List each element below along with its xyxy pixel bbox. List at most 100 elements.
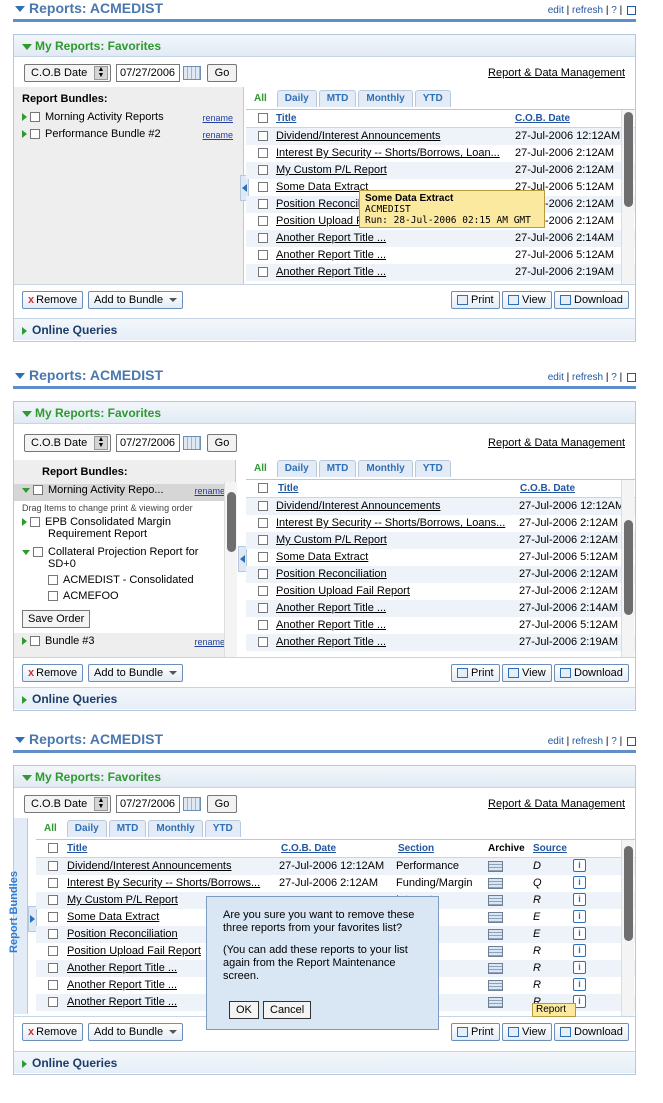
info-icon[interactable]: i [573,944,586,957]
col-title[interactable]: Title [67,843,87,854]
report-title-link[interactable]: Interest By Security -- Shorts/Borrows, … [276,147,511,159]
download-button[interactable]: Download [554,1023,629,1041]
scroll-thumb[interactable] [624,846,633,941]
select-all-checkbox[interactable] [258,113,268,123]
grid-scrollbar[interactable] [621,840,634,1016]
archive-icon[interactable] [488,861,503,872]
bundle-sub-item[interactable]: ACMEDIST - Consolidated [14,574,235,590]
tab-daily[interactable]: Daily [66,820,107,837]
row-checkbox[interactable] [258,535,268,545]
checkbox[interactable] [33,547,43,558]
maximize-icon[interactable] [627,5,636,15]
tab-all[interactable]: All [246,460,275,477]
info-icon[interactable]: i [573,978,586,991]
row-checkbox[interactable] [258,552,268,562]
view-button[interactable]: View [502,291,552,309]
info-icon[interactable]: i [573,927,586,940]
report-title-link[interactable]: Position Reconciliation [276,568,516,580]
tab-monthly[interactable]: Monthly [148,820,203,837]
table-row[interactable]: Another Report Title ... 27-Jul-2006 2:14… [246,600,635,617]
online-queries-header[interactable]: Online Queries [14,318,635,340]
col-title[interactable]: Title [276,113,296,124]
table-row[interactable]: Dividend/Interest Announcements 27-Jul-20… [246,498,635,515]
collapse-icon[interactable] [22,487,30,493]
portlet-title[interactable]: Reports: ACMEDIST [15,367,163,383]
bundle-item[interactable]: Morning Activity Reports rename [14,111,243,128]
row-checkbox[interactable] [258,586,268,596]
tab-mtd[interactable]: MTD [318,460,357,477]
row-checkbox[interactable] [48,878,58,888]
calendar-icon[interactable] [183,797,201,811]
report-title-link[interactable]: Dividend/Interest Announcements [276,130,511,142]
row-checkbox[interactable] [48,946,58,956]
select-all-checkbox[interactable] [258,483,268,493]
col-title[interactable]: Title [278,483,298,494]
archive-icon[interactable] [488,980,503,991]
tab-monthly[interactable]: Monthly [358,460,413,477]
refresh-link[interactable]: refresh [572,736,603,747]
remove-button[interactable]: x Remove [22,1023,84,1041]
archive-icon[interactable] [488,946,503,957]
archive-icon[interactable] [488,878,503,889]
favorites-header[interactable]: My Reports: Favorites [14,766,635,788]
help-link[interactable]: ? [611,372,617,383]
row-checkbox[interactable] [258,267,268,277]
report-data-management-link[interactable]: Report & Data Management [488,67,625,79]
row-checkbox[interactable] [48,912,58,922]
add-to-bundle-button[interactable]: Add to Bundle [88,291,184,309]
add-to-bundle-button[interactable]: Add to Bundle [88,1023,184,1041]
scroll-thumb[interactable] [227,492,236,552]
edit-link[interactable]: edit [548,736,564,747]
row-checkbox[interactable] [48,980,58,990]
info-icon[interactable]: i [573,859,586,872]
scroll-thumb[interactable] [624,520,633,615]
row-checkbox[interactable] [258,182,268,192]
row-checkbox[interactable] [258,165,268,175]
archive-icon[interactable] [488,912,503,923]
report-data-management-link[interactable]: Report & Data Management [488,437,625,449]
report-data-management-link[interactable]: Report & Data Management [488,798,625,810]
checkbox[interactable] [33,485,43,496]
table-row[interactable]: My Custom P/L Report 27-Jul-2006 2:12AM [246,162,635,179]
info-icon[interactable]: i [573,961,586,974]
rename-link[interactable]: rename [194,486,225,496]
edit-link[interactable]: edit [548,5,564,16]
collapse-icon[interactable] [22,549,30,555]
tab-ytd[interactable]: YTD [204,820,241,837]
table-row[interactable]: Interest By Security -- Shorts/Borrows..… [36,875,635,892]
expand-icon[interactable] [22,113,27,122]
info-icon[interactable]: i [573,876,586,889]
expand-icon[interactable] [22,637,27,646]
help-link[interactable]: ? [611,736,617,747]
tab-mtd[interactable]: MTD [108,820,147,837]
row-checkbox[interactable] [258,603,268,613]
edit-link[interactable]: edit [548,372,564,383]
favorites-header[interactable]: My Reports: Favorites [14,402,635,424]
info-icon[interactable]: i [573,893,586,906]
col-cob-date[interactable]: C.O.B. Date [520,483,575,494]
col-source[interactable]: Source [533,843,567,854]
checkbox[interactable] [30,129,40,140]
tab-all[interactable]: All [36,820,65,837]
view-button[interactable]: View [502,664,552,682]
row-checkbox[interactable] [258,148,268,158]
bundle-item[interactable]: Performance Bundle #2 rename [14,128,243,145]
report-title-link[interactable]: My Custom P/L Report [276,534,516,546]
help-link[interactable]: ? [611,5,617,16]
report-title-link[interactable]: Another Report Title ... [276,232,511,244]
report-title-link[interactable]: Another Report Title ... [276,249,511,261]
archive-icon[interactable] [488,963,503,974]
col-section[interactable]: Section [398,843,434,854]
archive-icon[interactable] [488,997,503,1008]
expand-icon[interactable] [22,518,27,527]
checkbox[interactable] [30,517,40,528]
bundle-sub-item[interactable]: ACMEFOO [14,590,235,606]
checkbox[interactable] [48,591,58,602]
favorites-header[interactable]: My Reports: Favorites [14,35,635,57]
bundle-item[interactable]: Collateral Projection Report for SD+0 [14,546,235,574]
table-row[interactable]: Interest By Security -- Shorts/Borrows, … [246,145,635,162]
cancel-button[interactable]: Cancel [263,1001,312,1019]
row-checkbox[interactable] [258,250,268,260]
tab-all[interactable]: All [246,90,275,107]
date-type-select[interactable]: C.O.B Date ▲ ▼ [24,64,111,82]
